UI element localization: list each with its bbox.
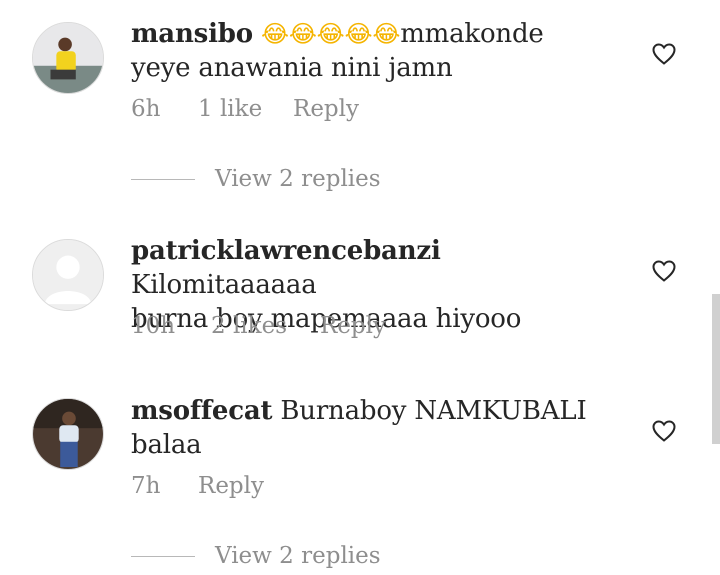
avatar-image xyxy=(33,23,103,93)
view-replies-button[interactable]: View 2 replies xyxy=(131,166,381,192)
emoji-laughing-icon: 😂😂😂😂😂 xyxy=(260,20,401,48)
like-heart-icon[interactable] xyxy=(652,420,676,442)
like-heart-icon[interactable] xyxy=(652,260,676,282)
reply-button[interactable]: Reply xyxy=(320,313,386,339)
reply-button[interactable]: Reply xyxy=(198,473,264,499)
view-replies-label: View 2 replies xyxy=(215,166,381,192)
avatar-image xyxy=(33,399,103,469)
view-replies-label: View 2 replies xyxy=(215,543,381,569)
comment-meta: 10h 2 likes Reply xyxy=(131,313,386,339)
replies-divider xyxy=(131,555,195,557)
comment-username[interactable]: mansibo xyxy=(131,19,253,49)
reply-button[interactable]: Reply xyxy=(293,96,359,122)
comment-body-line1: Burnaboy NAMKUBALI xyxy=(272,396,587,426)
avatar[interactable] xyxy=(32,398,104,470)
comment-body-line2: balaa xyxy=(131,430,202,460)
view-replies-button[interactable]: View 2 replies xyxy=(131,543,381,569)
avatar[interactable] xyxy=(32,239,104,311)
comment-time: 6h xyxy=(131,96,161,122)
default-avatar-icon xyxy=(33,240,103,310)
comment-time: 7h xyxy=(131,473,161,499)
comment-likes[interactable]: 2 likes xyxy=(211,313,320,339)
replies-divider xyxy=(131,178,195,180)
comment-username[interactable]: msoffecat xyxy=(131,396,272,426)
scrollbar[interactable] xyxy=(712,294,720,444)
comment-body-line2: yeye anawania nini jamn xyxy=(131,53,453,83)
comment-meta: 6h 1 like Reply xyxy=(131,96,359,122)
comment-meta: 7h Reply xyxy=(131,473,264,499)
comment-text: mansibo 😂😂😂😂😂mmakonde yeye anawania nini… xyxy=(131,17,601,85)
comment-time: 10h xyxy=(131,313,176,339)
comment-likes[interactable]: 1 like xyxy=(198,96,293,122)
comment-text: msoffecat Burnaboy NAMKUBALI balaa xyxy=(131,394,601,462)
avatar[interactable] xyxy=(32,22,104,94)
comment-username[interactable]: patricklawrencebanzi xyxy=(131,236,441,266)
like-heart-icon[interactable] xyxy=(652,43,676,65)
comment-body-line1: mmakonde xyxy=(400,19,544,49)
comment-body-line1: Kilomitaaaaaa xyxy=(131,270,317,300)
